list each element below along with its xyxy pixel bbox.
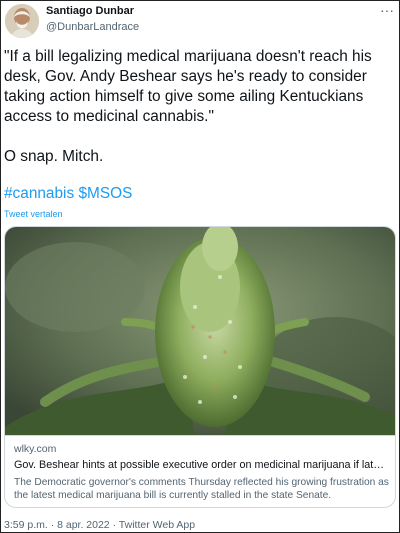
avatar[interactable] (5, 4, 39, 38)
tweet-quote: "If a bill legalizing medical marijuana … (4, 48, 372, 125)
tweet-timestamp[interactable]: 3:59 p.m. · 8 apr. 2022 · Twitter Web Ap… (4, 519, 195, 531)
card-image[interactable] (5, 227, 395, 435)
avatar-image (5, 4, 39, 38)
cashtag-link[interactable]: $MSOS (78, 185, 132, 202)
card-body: wlky.com Gov. Beshear hints at possible … (5, 435, 395, 507)
cannabis-plant-image (5, 227, 395, 435)
tweet-container: Santiago Dunbar @DunbarLandrace ··· "If … (0, 0, 400, 533)
tweet-comment: O snap. Mitch. (4, 148, 104, 165)
author-name[interactable]: Santiago Dunbar (46, 5, 134, 17)
card-title[interactable]: Gov. Beshear hints at possible executive… (14, 459, 390, 471)
tweet-text: "If a bill legalizing medical marijuana … (4, 47, 398, 167)
translate-tweet-link[interactable]: Tweet vertalen (4, 209, 63, 219)
hashtags: #cannabis $MSOS (4, 184, 132, 204)
card-domain: wlky.com (14, 443, 57, 455)
hashtag-link[interactable]: #cannabis (4, 185, 74, 202)
link-preview-card[interactable]: wlky.com Gov. Beshear hints at possible … (4, 226, 396, 508)
more-options-icon[interactable]: ··· (378, 3, 396, 20)
card-description: The Democratic governor's comments Thurs… (14, 477, 389, 501)
author-handle[interactable]: @DunbarLandrace (46, 21, 139, 33)
